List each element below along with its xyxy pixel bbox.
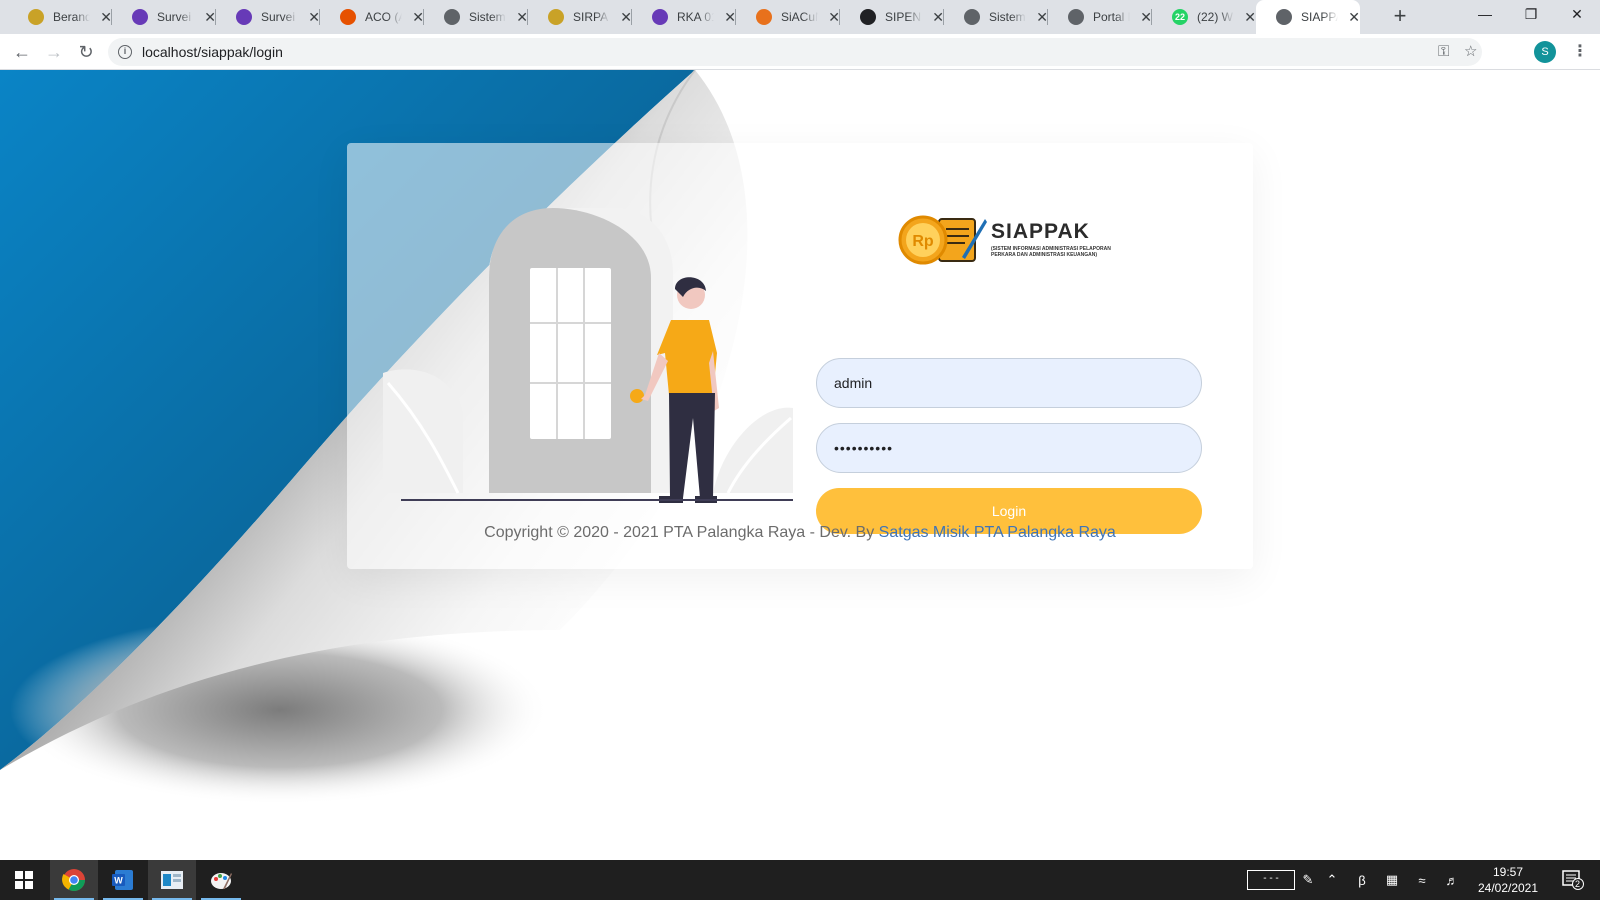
system-clock[interactable]: 19:57 24/02/2021 bbox=[1468, 864, 1548, 896]
reload-icon[interactable]: ↻ bbox=[74, 40, 98, 64]
browser-tab[interactable]: Portal M✕ bbox=[1048, 0, 1152, 34]
login-card: Rp SIAPPAK (SISTEM INFORMASI ADMINISTRAS… bbox=[347, 143, 1253, 569]
browser-tab[interactable]: SiACuN✕ bbox=[736, 0, 840, 34]
word-taskbar-icon[interactable]: W bbox=[99, 860, 147, 900]
windows-taskbar: W - - - ✎ ⌃ β ▦ ≈ ♬ 19:57 24/02/2021 2 bbox=[0, 860, 1600, 900]
globe-icon bbox=[964, 9, 980, 25]
tab-title: SIAPPAK bbox=[1301, 10, 1338, 24]
browser-tab[interactable]: 22 (22) Wh ✕ bbox=[1152, 0, 1256, 34]
volume-icon[interactable]: ♬ bbox=[1440, 860, 1464, 900]
logo-title: SIAPPAK bbox=[991, 220, 1090, 243]
notification-count: 2 bbox=[1575, 879, 1581, 889]
tab-title: Survei Ke bbox=[157, 10, 194, 24]
developer-link[interactable]: Satgas Misik PTA Palangka Raya bbox=[879, 524, 1116, 541]
tab-title: SiACuN bbox=[781, 10, 818, 24]
menu-kebab-icon[interactable]: ⋮ bbox=[1572, 40, 1588, 64]
key-icon[interactable]: ⚿ bbox=[1438, 38, 1449, 66]
browser-tab[interactable]: Sistem I✕ bbox=[424, 0, 528, 34]
wifi-icon[interactable]: ≈ bbox=[1410, 860, 1434, 900]
tab-close-icon[interactable]: ✕ bbox=[1244, 9, 1256, 26]
tab-title: Survei Ke bbox=[261, 10, 298, 24]
tab-strip: + — ❐ ✕ Beranda✕Survei Ke✕Survei Ke✕ACO … bbox=[0, 0, 1600, 34]
siappak-logo: Rp SIAPPAK (SISTEM INFORMASI ADMINISTRAS… bbox=[897, 213, 1131, 265]
username-input[interactable] bbox=[816, 358, 1202, 408]
tab-title: SIPEND bbox=[885, 10, 922, 24]
browser-tab[interactable]: Sistem I✕ bbox=[944, 0, 1048, 34]
tab-title: Sistem I bbox=[469, 10, 506, 24]
tab-title: Sistem I bbox=[989, 10, 1026, 24]
whatsapp-icon: 22 bbox=[1172, 9, 1188, 25]
browser-tab[interactable]: Survei Ke✕ bbox=[216, 0, 320, 34]
coin-icon bbox=[28, 9, 44, 25]
url-text: localhost/siappak/login bbox=[142, 44, 283, 60]
grid-icon bbox=[756, 9, 772, 25]
browser-tab[interactable]: SIPEND✕ bbox=[840, 0, 944, 34]
globe-icon bbox=[1068, 9, 1084, 25]
tab-title: (22) Wh bbox=[1197, 10, 1234, 24]
logo-mark-text: Rp bbox=[912, 233, 934, 250]
tab-title: ACO (A bbox=[365, 10, 402, 24]
back-arrow-icon[interactable]: ← bbox=[10, 40, 34, 64]
chevron-up-icon[interactable]: ⌃ bbox=[1320, 860, 1344, 900]
form-icon bbox=[652, 9, 668, 25]
info-icon[interactable]: i bbox=[118, 45, 132, 59]
clock-time: 19:57 bbox=[1492, 865, 1524, 879]
browser-tab[interactable]: ACO (A✕ bbox=[320, 0, 424, 34]
explorer-taskbar-icon[interactable] bbox=[148, 860, 196, 900]
forward-arrow-icon[interactable]: → bbox=[42, 40, 66, 64]
bd-icon bbox=[860, 9, 876, 25]
browser-tab[interactable]: SIRPA ✕ bbox=[528, 0, 632, 34]
browser-tab[interactable]: Beranda✕ bbox=[8, 0, 112, 34]
paint-taskbar-icon[interactable] bbox=[197, 860, 245, 900]
minimize-button[interactable]: — bbox=[1462, 0, 1508, 30]
coin-icon bbox=[548, 9, 564, 25]
tab-title: RKA 01 bbox=[677, 10, 715, 24]
logo-subtitle: (SISTEM INFORMASI ADMINISTRASI PELAPORAN… bbox=[991, 246, 1111, 258]
close-window-button[interactable]: ✕ bbox=[1554, 0, 1600, 30]
browser-tab[interactable]: RKA 01 ✕ bbox=[632, 0, 736, 34]
coin-document-icon: Rp bbox=[898, 215, 987, 265]
browser-tab[interactable]: Survei Ke✕ bbox=[112, 0, 216, 34]
restore-button[interactable]: ❐ bbox=[1508, 0, 1554, 30]
globe-icon bbox=[1276, 9, 1292, 25]
copyright-text: Copyright © 2020 - 2021 PTA Palangka Ray… bbox=[484, 524, 879, 541]
language-indicator[interactable]: - - - bbox=[1246, 860, 1296, 900]
input-method-icon[interactable]: β bbox=[1350, 860, 1374, 900]
tab-close-icon[interactable]: ✕ bbox=[1348, 9, 1360, 26]
notification-center-icon[interactable]: 2 bbox=[1556, 860, 1590, 900]
browser-toolbar: ← → ↻ i localhost/siappak/login ⚿ ☆ S ⋮ bbox=[0, 34, 1600, 70]
clock-date: 24/02/2021 bbox=[1477, 881, 1539, 895]
pen-icon[interactable]: ✎ bbox=[1298, 860, 1318, 900]
tab-title: Portal M bbox=[1093, 10, 1130, 24]
page-viewport: Rp SIAPPAK (SISTEM INFORMASI ADMINISTRAS… bbox=[0, 70, 1600, 860]
globe-icon bbox=[444, 9, 460, 25]
profile-avatar[interactable]: S bbox=[1534, 41, 1556, 63]
bookmark-star-icon[interactable]: ☆ bbox=[1464, 38, 1477, 66]
copyright-footer: Copyright © 2020 - 2021 PTA Palangka Ray… bbox=[0, 524, 1253, 542]
aco-icon bbox=[340, 9, 356, 25]
new-tab-button[interactable]: + bbox=[1386, 0, 1414, 34]
chrome-taskbar-icon[interactable] bbox=[50, 860, 98, 900]
password-input[interactable] bbox=[816, 423, 1202, 473]
calendar-app-icon[interactable]: ▦ bbox=[1380, 860, 1404, 900]
windows-start-icon[interactable] bbox=[0, 860, 48, 900]
form-icon bbox=[132, 9, 148, 25]
browser-tab[interactable]: SIAPPAK ✕ bbox=[1256, 0, 1360, 34]
address-bar[interactable]: i localhost/siappak/login ⚿ ☆ bbox=[108, 38, 1482, 66]
door-person-illustration bbox=[383, 208, 793, 503]
svg-text:W: W bbox=[114, 876, 123, 886]
tab-title: Beranda bbox=[53, 10, 91, 24]
tab-title: SIRPA bbox=[573, 10, 609, 24]
form-icon bbox=[236, 9, 252, 25]
